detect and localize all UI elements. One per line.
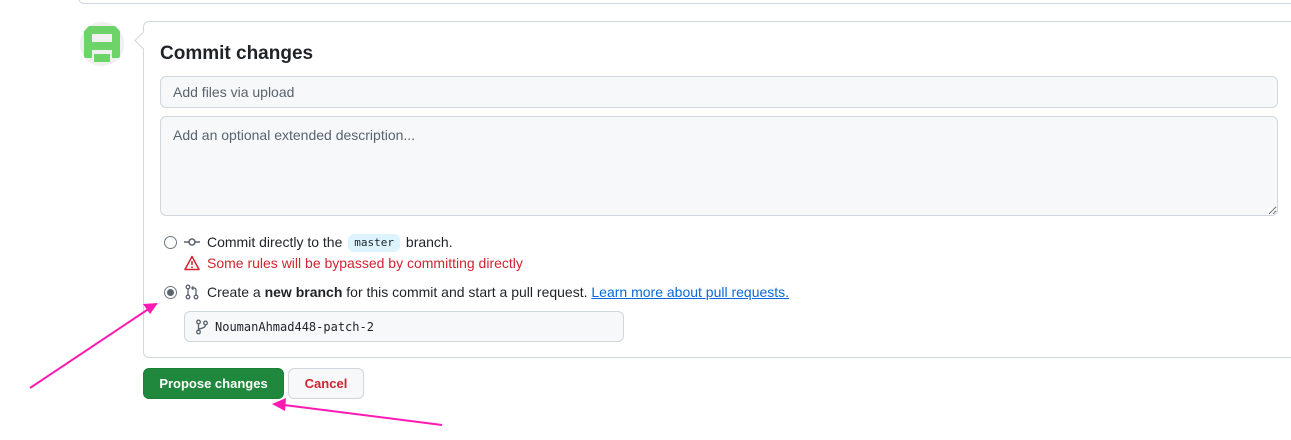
- commit-directly-suffix: branch.: [405, 234, 453, 250]
- new-branch-emphasis: new branch: [264, 284, 343, 300]
- user-avatar[interactable]: [80, 22, 124, 66]
- bypass-warning: Some rules will be bypassed by committin…: [207, 255, 523, 271]
- commit-directly-label[interactable]: Commit directly to the master branch.: [207, 232, 453, 252]
- git-pull-request-icon: [185, 284, 199, 300]
- new-branch-radio[interactable]: [164, 286, 177, 299]
- annotation-arrow-to-propose-button: [272, 398, 443, 426]
- commit-title: Commit changes: [160, 43, 314, 64]
- git-branch-icon: [196, 319, 208, 335]
- commit-directly-radio[interactable]: [164, 236, 177, 249]
- commit-description-textarea[interactable]: [160, 116, 1278, 216]
- alert-triangle-icon: [184, 255, 200, 271]
- new-branch-prefix: Create a: [207, 284, 261, 300]
- annotation-arrow-to-radio: [29, 303, 158, 389]
- propose-changes-button[interactable]: Propose changes: [143, 368, 284, 399]
- learn-more-pull-requests-link[interactable]: Learn more about pull requests.: [591, 284, 789, 300]
- commit-directly-prefix: Commit directly to the: [207, 234, 343, 250]
- commit-summary-input[interactable]: [160, 76, 1278, 108]
- git-commit-icon: [184, 238, 200, 246]
- branch-name-input[interactable]: [215, 312, 615, 341]
- identicon-avatar-icon: [80, 22, 124, 66]
- new-branch-suffix: for this commit and start a pull request…: [346, 284, 588, 300]
- branch-name-chip: master: [348, 234, 401, 252]
- branch-name-field[interactable]: [184, 311, 624, 342]
- previous-panel-edge: [78, 0, 1291, 4]
- new-branch-label[interactable]: Create a new branch for this commit and …: [207, 282, 789, 302]
- cancel-button[interactable]: Cancel: [288, 368, 364, 399]
